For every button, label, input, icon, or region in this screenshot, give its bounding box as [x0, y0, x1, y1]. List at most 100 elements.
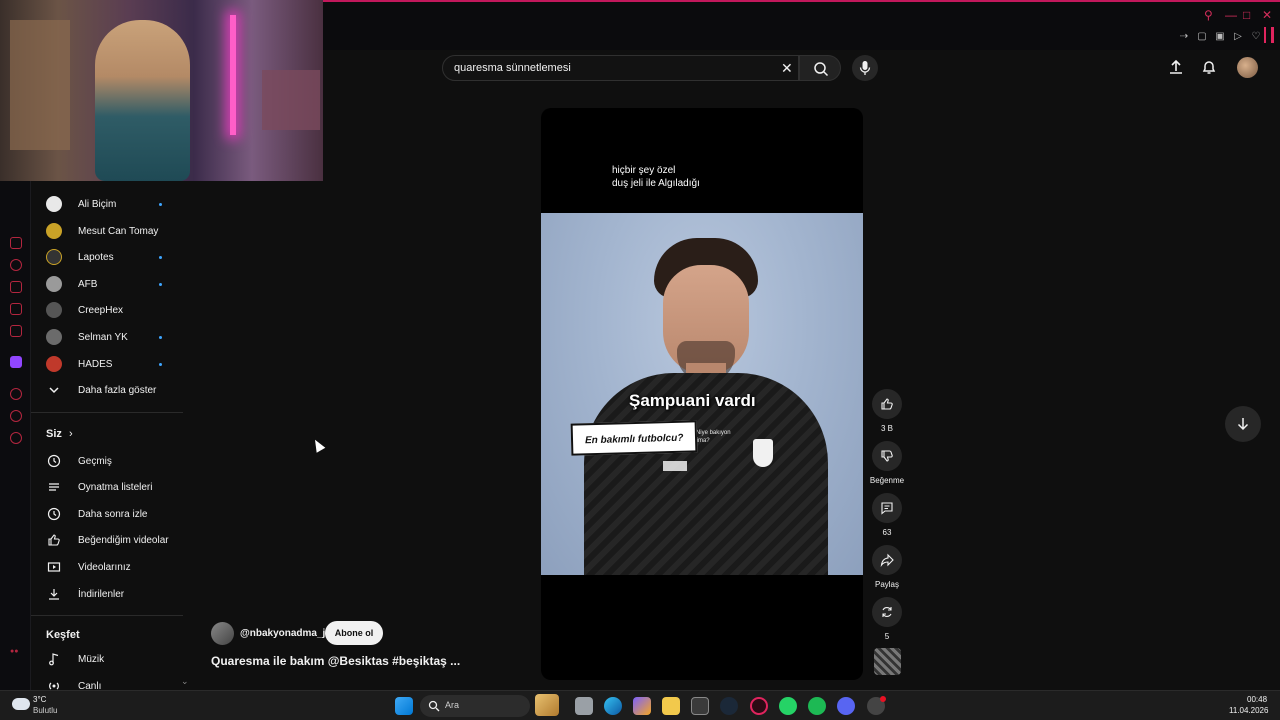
task-view-icon[interactable]: [575, 697, 593, 715]
upload-icon[interactable]: [1167, 58, 1185, 76]
subscription-item[interactable]: Ali Biçim: [31, 191, 183, 217]
caption-line-2: duş jeli ile Algıladığı: [612, 178, 700, 189]
liked-videos-item[interactable]: Beğendiğim videolar: [31, 527, 183, 553]
rail-icon-7[interactable]: [10, 388, 22, 400]
search-icon: [814, 62, 829, 77]
store-icon[interactable]: [691, 697, 709, 715]
close-icon[interactable]: ✕: [1262, 8, 1272, 22]
dislike-button[interactable]: [872, 441, 902, 471]
subscription-item[interactable]: Lapotes: [31, 244, 183, 270]
audio-thumbnail[interactable]: [874, 648, 901, 675]
sidebar-toggle[interactable]: [1271, 27, 1274, 43]
subscription-label: AFB: [78, 278, 98, 290]
live-item[interactable]: Canlı: [31, 673, 183, 690]
webcam-overlay: [0, 0, 323, 181]
clear-search-icon[interactable]: ✕: [781, 60, 793, 77]
shield-icon[interactable]: ▣: [1214, 31, 1226, 43]
comments-button[interactable]: [872, 493, 902, 523]
you-heading[interactable]: Siz ›: [31, 421, 183, 447]
downloads-label: İndirilenler: [78, 588, 125, 600]
weather-description[interactable]: Bulutlu: [33, 706, 57, 715]
rail-icon-5[interactable]: [10, 325, 22, 337]
search-box[interactable]: quaresma sünnetlemesi ✕: [442, 55, 799, 81]
subscription-item[interactable]: Mesut Can Tomay: [31, 218, 183, 244]
rail-icon-1[interactable]: [10, 237, 22, 249]
show-more-button[interactable]: Daha fazla göster: [31, 377, 183, 403]
edge-icon[interactable]: [604, 697, 622, 715]
music-label: Müzik: [78, 653, 105, 665]
account-avatar[interactable]: [1237, 57, 1258, 78]
minimize-icon[interactable]: —: [1225, 8, 1237, 22]
chevron-down-icon: [49, 387, 59, 394]
taskbar-search[interactable]: Ara: [420, 694, 559, 717]
playlists-item[interactable]: Oynatma listeleri: [31, 474, 183, 500]
avatar: [46, 196, 62, 212]
voice-search-button[interactable]: [852, 55, 878, 81]
download-icon: [49, 589, 59, 600]
search-highlight-icon: [535, 694, 559, 716]
heart-icon[interactable]: ♡: [1250, 31, 1262, 43]
opera-gx-icon[interactable]: [750, 697, 768, 715]
thumb-up-icon: [881, 398, 893, 410]
play-icon[interactable]: ▷: [1232, 31, 1244, 43]
rail-icon-8[interactable]: [10, 410, 22, 422]
pin-icon[interactable]: ⇢: [1178, 31, 1190, 43]
search-button[interactable]: [799, 55, 841, 81]
your-videos-item[interactable]: Videolarınız: [31, 554, 183, 580]
divider: [31, 615, 183, 616]
file-explorer-icon[interactable]: [662, 697, 680, 715]
video-overlay-text: Şampuani vardı: [629, 391, 756, 410]
maximize-icon[interactable]: □: [1243, 8, 1250, 22]
rail-icon-4[interactable]: [10, 303, 22, 315]
steam-icon[interactable]: [720, 697, 738, 715]
channel-avatar[interactable]: [211, 622, 234, 645]
avatar: [46, 249, 62, 265]
your-videos-label: Videolarınız: [78, 561, 131, 573]
share-button[interactable]: [872, 545, 902, 575]
short-video-player[interactable]: hiçbir şey özel duş jeli ile Algıladığı …: [541, 108, 863, 680]
subscription-item[interactable]: HADES: [31, 351, 183, 377]
thumb-up-icon: [48, 534, 60, 546]
subscription-item[interactable]: CreepHex: [31, 297, 183, 323]
discord-icon[interactable]: [837, 697, 855, 715]
video-overlay-box: En bakımlı futbolcu?: [570, 420, 698, 456]
history-icon: [47, 454, 61, 468]
settings-icon[interactable]: [10, 432, 22, 444]
club-crest: [753, 439, 773, 467]
windows-start-icon[interactable]: [395, 697, 413, 715]
weather-icon[interactable]: [12, 698, 30, 710]
video-title[interactable]: Quaresma ile bakım @Besiktas #beşiktaş .…: [211, 654, 460, 668]
whatsapp-icon[interactable]: [779, 697, 797, 715]
clock-time[interactable]: 00:48: [1247, 695, 1267, 704]
sidebar: Ali Biçim Mesut Can Tomay Lapotes AFB Cr…: [31, 181, 191, 690]
watch-later-item[interactable]: Daha sonra izle: [31, 501, 183, 527]
subscription-item[interactable]: Selman YK: [31, 324, 183, 350]
downloads-item[interactable]: İndirilenler: [31, 581, 183, 607]
spotify-icon[interactable]: [808, 697, 826, 715]
like-button[interactable]: [872, 389, 902, 419]
search-icon[interactable]: ⚲: [1204, 8, 1213, 22]
scroll-down-icon[interactable]: ⌄: [181, 676, 189, 687]
notifications-icon[interactable]: [1200, 58, 1218, 76]
screenshot-icon[interactable]: ▢: [1196, 31, 1208, 43]
search-input[interactable]: quaresma sünnetlemesi: [454, 62, 571, 74]
rail-icon-2[interactable]: [10, 259, 22, 271]
subscribe-button[interactable]: Abone ol: [325, 621, 383, 645]
new-content-dot: [159, 362, 162, 366]
subscription-label: CreepHex: [78, 304, 124, 316]
remix-button[interactable]: [872, 597, 902, 627]
rail-icon-3[interactable]: [10, 281, 22, 293]
clock-date[interactable]: 11.04.2026: [1229, 706, 1268, 715]
microphone-icon: [859, 61, 871, 75]
avatar: [46, 302, 62, 318]
shelf: [10, 20, 70, 150]
copilot-icon[interactable]: [633, 697, 651, 715]
subscription-item[interactable]: AFB: [31, 271, 183, 297]
history-item[interactable]: Geçmiş: [31, 448, 183, 474]
taskbar: 3°C Bulutlu Ara 00:48 11.04.2026: [0, 690, 1280, 720]
music-item[interactable]: Müzik: [31, 646, 183, 672]
next-video-button[interactable]: [1225, 406, 1261, 442]
twitch-icon[interactable]: [10, 356, 22, 368]
channel-name[interactable]: @nbakyonadma_jk: [240, 628, 331, 639]
weather-temperature[interactable]: 3°C: [33, 695, 46, 704]
